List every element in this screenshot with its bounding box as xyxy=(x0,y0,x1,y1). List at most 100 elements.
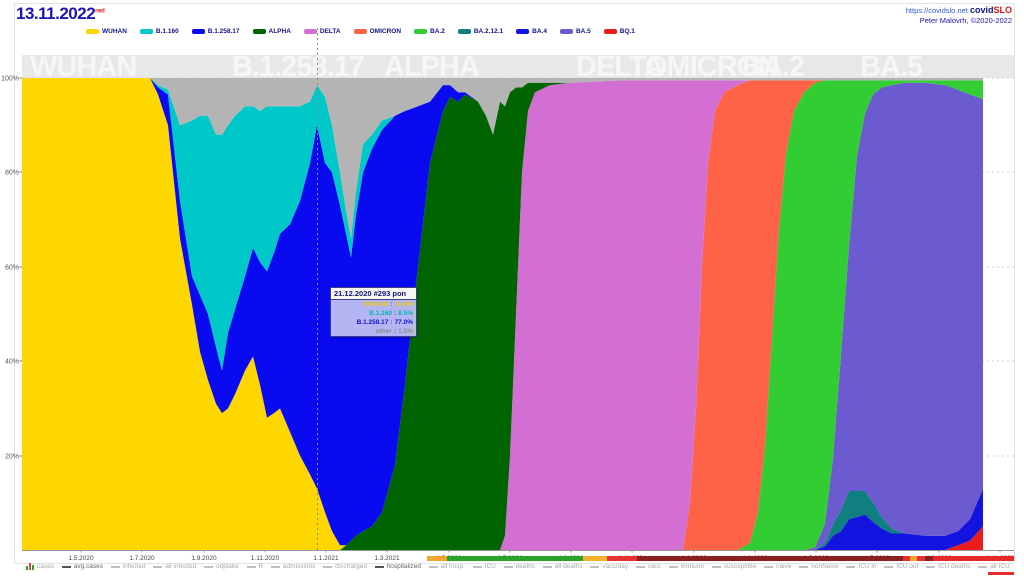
tooltip-variant-name: B.1.258.17 xyxy=(357,318,389,327)
series-legend-item-all-hosp-[interactable]: all hosp. xyxy=(429,563,465,570)
series-legend-item-vacc-day[interactable]: vacc/day xyxy=(590,563,628,570)
timeline-strip-segment xyxy=(910,556,917,561)
tooltip-variant-value: 8.5% xyxy=(398,309,413,318)
series-label: naive xyxy=(776,563,792,570)
tooltip-variant-name: WUHAN xyxy=(363,300,388,309)
series-label: hospitalized xyxy=(387,563,421,570)
series-legend-item-icu-out[interactable]: ICU out xyxy=(884,563,918,570)
series-line-swatch xyxy=(543,566,552,568)
x-tick-label: 1.11.2020 xyxy=(251,555,280,562)
timeline-strip-segment xyxy=(427,556,447,561)
series-label: deaths xyxy=(516,563,536,570)
series-legend-item-icu-deaths[interactable]: ICU deaths xyxy=(926,563,971,570)
stacked-variant-area-chart[interactable]: WUHANB.1.258.17ALPHADELTAOMICRONBA.2BA.5… xyxy=(0,0,1024,576)
series-label: avg.cases xyxy=(74,563,103,570)
series-line-swatch xyxy=(799,566,808,568)
x-tick-label: 1.9.2020 xyxy=(191,555,217,562)
series-line-swatch xyxy=(978,566,987,568)
chart-tooltip: 21.12.2020 #293 pon WUHAN:13.0%B.1.160:8… xyxy=(330,287,417,337)
series-line-swatch xyxy=(926,566,935,568)
series-label: all ICU xyxy=(990,563,1010,570)
series-legend: cases avg.cases infected all infected odplak… xyxy=(26,563,1010,570)
series-legend-item-naive[interactable]: naive xyxy=(764,563,792,570)
series-legend-item-icu[interactable]: ICU xyxy=(473,563,496,570)
series-label: ICU in xyxy=(858,563,876,570)
series-legend-item-all-deaths[interactable]: all deaths xyxy=(543,563,583,570)
series-legend-item-odplake[interactable]: odplake xyxy=(204,563,239,570)
series-label: all deaths xyxy=(555,563,583,570)
timeline-strip-segment xyxy=(917,556,925,561)
series-line-swatch xyxy=(111,566,120,568)
series-line-swatch xyxy=(590,566,599,568)
y-tick-label: 60% xyxy=(5,265,19,272)
series-legend-item-icu-in[interactable]: ICU in xyxy=(846,563,876,570)
series-label: admissions xyxy=(283,563,316,570)
series-label: immune xyxy=(681,563,704,570)
series-legend-item-r[interactable]: R xyxy=(247,563,264,570)
series-line-swatch xyxy=(473,566,482,568)
x-tick-label: 1.1.2021 xyxy=(313,555,339,562)
series-label: infected xyxy=(123,563,146,570)
tooltip-variant-value: 77.0% xyxy=(395,318,413,327)
timeline-strip-segment xyxy=(925,556,933,561)
series-label: vacc xyxy=(648,563,661,570)
tooltip-variant-name: B.1.160 xyxy=(369,309,392,318)
series-line-swatch xyxy=(62,566,71,568)
series-legend-item-avg-cases[interactable]: avg.cases xyxy=(62,563,103,570)
series-label: susceptible xyxy=(724,563,757,570)
series-legend-item-all-icu[interactable]: all ICU xyxy=(978,563,1010,570)
tooltip-row-B.1.258.17: B.1.258.17:77.0% xyxy=(331,318,416,327)
tooltip-row-B.1.160: B.1.160:8.5% xyxy=(331,309,416,318)
series-legend-item-discharged[interactable]: discharged xyxy=(323,563,367,570)
series-label: vacc/day xyxy=(602,563,628,570)
series-line-swatch xyxy=(504,566,513,568)
series-label: odplake xyxy=(216,563,239,570)
series-label: ICU out xyxy=(896,563,918,570)
cases-bars-icon xyxy=(26,563,34,570)
series-legend-item-immune[interactable]: immune xyxy=(669,563,704,570)
series-label: all infected xyxy=(165,563,196,570)
series-legend-item-infected[interactable]: infected xyxy=(111,563,146,570)
series-line-swatch xyxy=(153,566,162,568)
series-label: ICU xyxy=(485,563,496,570)
y-tick-label: 80% xyxy=(5,170,19,177)
tooltip-rows: WUHAN:13.0%B.1.160:8.5%B.1.258.17:77.0%o… xyxy=(331,300,416,336)
series-line-swatch xyxy=(636,566,645,568)
x-tick-label: 1.5.2020 xyxy=(68,555,94,562)
series-line-swatch xyxy=(764,566,773,568)
timeline-strip-segment xyxy=(903,556,910,561)
series-line-swatch xyxy=(271,566,280,568)
series-legend-item-deaths[interactable]: deaths xyxy=(504,563,536,570)
timeline-strip-segment xyxy=(637,556,903,561)
x-tick-label: 1.3.2021 xyxy=(374,555,400,562)
x-tick-label: 1.7.2020 xyxy=(129,555,155,562)
tooltip-row-other: other:1.5% xyxy=(331,327,416,336)
series-label: ICU deaths xyxy=(938,563,971,570)
series-legend-item-hospitalized[interactable]: hospitalized xyxy=(375,563,421,570)
y-tick-label: 100% xyxy=(1,76,19,83)
timeline-strip-segment xyxy=(447,556,583,561)
series-legend-item-nonnaive[interactable]: nonNaive xyxy=(799,563,838,570)
tooltip-separator: : xyxy=(394,327,396,336)
series-label: R xyxy=(259,563,264,570)
y-tick-label: 40% xyxy=(5,359,19,366)
series-label: nonNaive xyxy=(811,563,838,570)
series-legend-item-cases[interactable]: cases xyxy=(26,563,54,570)
tooltip-title: 21.12.2020 #293 pon xyxy=(331,288,416,300)
series-legend-item-admissions[interactable]: admissions xyxy=(271,563,316,570)
tooltip-separator: : xyxy=(390,300,392,309)
tooltip-separator: : xyxy=(390,318,392,327)
series-line-swatch xyxy=(712,566,721,568)
series-label: cases xyxy=(37,563,54,570)
tooltip-variant-value: 1.5% xyxy=(398,327,413,336)
series-line-swatch xyxy=(846,566,855,568)
series-legend-item-vacc[interactable]: vacc xyxy=(636,563,661,570)
tooltip-row-WUHAN: WUHAN:13.0% xyxy=(331,300,416,309)
series-legend-item-all-infected[interactable]: all infected xyxy=(153,563,196,570)
series-label: all hosp. xyxy=(441,563,465,570)
series-legend-item-susceptible[interactable]: susceptible xyxy=(712,563,757,570)
timeline-strip-segment xyxy=(933,556,1014,561)
series-line-swatch xyxy=(669,566,678,568)
tooltip-variant-value: 13.0% xyxy=(395,300,413,309)
series-line-swatch xyxy=(884,566,893,568)
